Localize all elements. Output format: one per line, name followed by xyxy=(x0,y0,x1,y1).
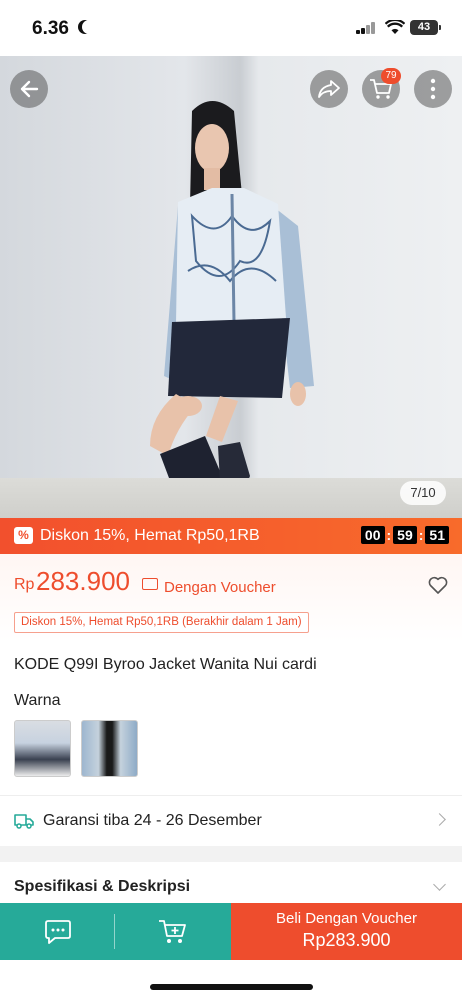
chevron-down-icon[interactable] xyxy=(433,878,446,891)
model-figure xyxy=(150,101,314,518)
buy-button-price: Rp283.900 xyxy=(302,930,391,950)
back-button[interactable] xyxy=(10,70,48,108)
chat-icon xyxy=(44,919,71,944)
buy-button-label: Beli Dengan Voucher xyxy=(276,910,417,927)
product-title: KODE Q99I Byroo Jacket Wanita Nui cardi xyxy=(14,656,317,673)
product-image[interactable] xyxy=(0,56,462,518)
share-button[interactable] xyxy=(310,70,348,108)
more-button[interactable] xyxy=(414,70,452,108)
price-value: 283.900 xyxy=(36,566,130,596)
flash-sale-text: Diskon 15%, Hemat Rp50,1RB xyxy=(40,527,260,544)
bottom-action-bar: Beli Dengan Voucher Rp283.900 xyxy=(0,903,462,960)
battery-icon: 43 xyxy=(410,20,438,35)
flash-sale-banner: Diskon 15%, Hemat Rp50,1RB 00 : 59 : 51 xyxy=(0,518,462,554)
floor xyxy=(0,478,462,518)
battery-tip xyxy=(439,25,441,30)
color-label: Warna xyxy=(14,692,61,709)
spec-header[interactable]: Spesifikasi & Deskripsi xyxy=(14,878,190,896)
countdown-timer: 00 : 59 : 51 xyxy=(360,526,449,544)
voucher-text: Dengan Voucher xyxy=(164,579,276,596)
cart-count-badge: 79 xyxy=(381,68,401,84)
discount-tag-icon xyxy=(14,527,33,544)
price-currency: Rp xyxy=(14,576,35,593)
image-counter: 7/10 xyxy=(400,481,446,505)
chat-button[interactable] xyxy=(0,903,115,960)
cart-plus-icon xyxy=(159,919,186,943)
section-gap xyxy=(0,846,462,862)
status-bar: 6.36 43 xyxy=(0,0,462,56)
chevron-right-icon xyxy=(433,813,446,826)
shipping-row[interactable]: Garansi tiba 24 - 26 Desember xyxy=(0,796,462,846)
truck-icon xyxy=(14,814,34,829)
home-indicator xyxy=(150,984,313,990)
color-variant-2[interactable] xyxy=(81,720,138,777)
voucher-icon xyxy=(142,578,158,590)
timer-seconds: 51 xyxy=(425,526,449,544)
signal-icon xyxy=(356,22,376,34)
wifi-icon xyxy=(385,20,405,34)
shipping-text: Garansi tiba 24 - 26 Desember xyxy=(43,812,262,829)
color-variant-1[interactable] xyxy=(14,720,71,777)
moon-icon xyxy=(82,20,96,34)
heart-icon[interactable] xyxy=(428,576,448,594)
timer-hours: 00 xyxy=(360,526,385,544)
discount-chip: Diskon 15%, Hemat Rp50,1RB (Berakhir dal… xyxy=(14,612,309,633)
more-vertical-icon xyxy=(430,78,436,100)
share-icon xyxy=(318,80,340,98)
status-time: 6.36 xyxy=(32,18,69,39)
timer-minutes: 59 xyxy=(393,526,417,544)
arrow-left-icon xyxy=(20,80,39,98)
buy-with-voucher-button[interactable]: Beli Dengan Voucher Rp283.900 xyxy=(231,903,462,960)
add-to-cart-button[interactable] xyxy=(115,903,231,960)
